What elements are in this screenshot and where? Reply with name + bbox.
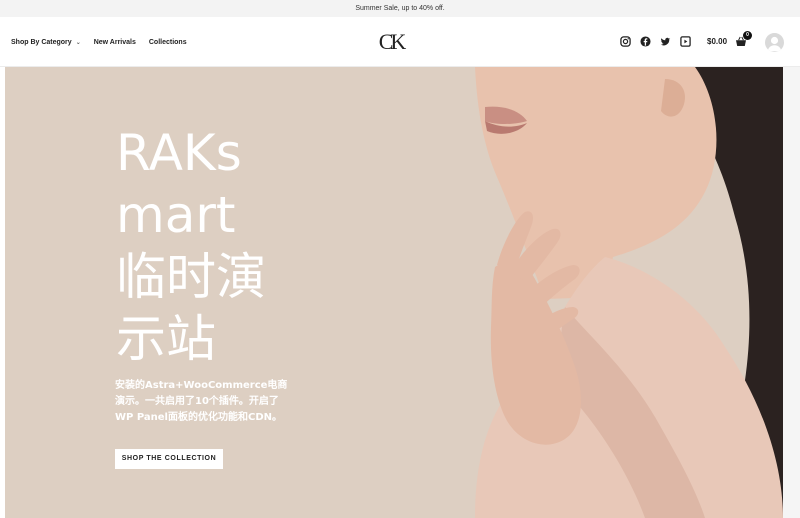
announcement-bar: Summer Sale, up to 40% off. [0,0,800,17]
cart-count-badge: 0 [743,31,752,40]
shop-collection-button[interactable]: SHOP THE COLLECTION [115,449,223,469]
chevron-down-icon: ⌄ [75,39,81,46]
nav-new-arrivals-label: New Arrivals [93,38,136,46]
hero-title: RAKs mart 临时演 示站 [116,122,316,370]
hero-description-line: 演示。一共启用了10个插件。开启了 [115,396,279,407]
nav-shop-by-category-label: Shop By Category [11,38,72,46]
hero-description-line: WP Panel面板的优化功能和CDN。 [115,412,282,423]
user-icon [767,36,782,52]
site-header: Shop By Category ⌄ New Arrivals Collecti… [0,17,800,67]
social-links [620,36,691,47]
hero-title-line: 示站 [116,310,216,368]
nav-collections-label: Collections [148,38,187,46]
announcement-text: Summer Sale, up to 40% off. [355,5,445,12]
youtube-icon[interactable] [680,36,691,47]
account-avatar[interactable] [765,33,784,52]
hero-title-line: RAKs [116,124,242,182]
hero-title-line: mart [116,186,236,244]
instagram-icon[interactable] [620,36,631,47]
site-logo[interactable]: CK [374,29,408,55]
hero-title-line: 临时演 [116,248,266,306]
nav-new-arrivals[interactable]: New Arrivals [94,39,136,46]
hero-description: 安装的Astra+WooCommerce电商 演示。一共启用了10个插件。开启了… [115,378,295,426]
hero-description-line: 安装的Astra+WooCommerce电商 [115,380,288,391]
hero-banner: RAKs mart 临时演 示站 安装的Astra+WooCommerce电商 … [5,67,783,518]
twitter-icon[interactable] [660,36,671,47]
nav-collections[interactable]: Collections [149,39,187,46]
cart-total[interactable]: $0.00 [707,34,727,49]
page-scrollbar[interactable] [783,67,800,518]
facebook-icon[interactable] [640,36,651,47]
nav-shop-by-category[interactable]: Shop By Category ⌄ [11,39,81,46]
main-nav: Shop By Category ⌄ New Arrivals Collecti… [11,17,187,67]
